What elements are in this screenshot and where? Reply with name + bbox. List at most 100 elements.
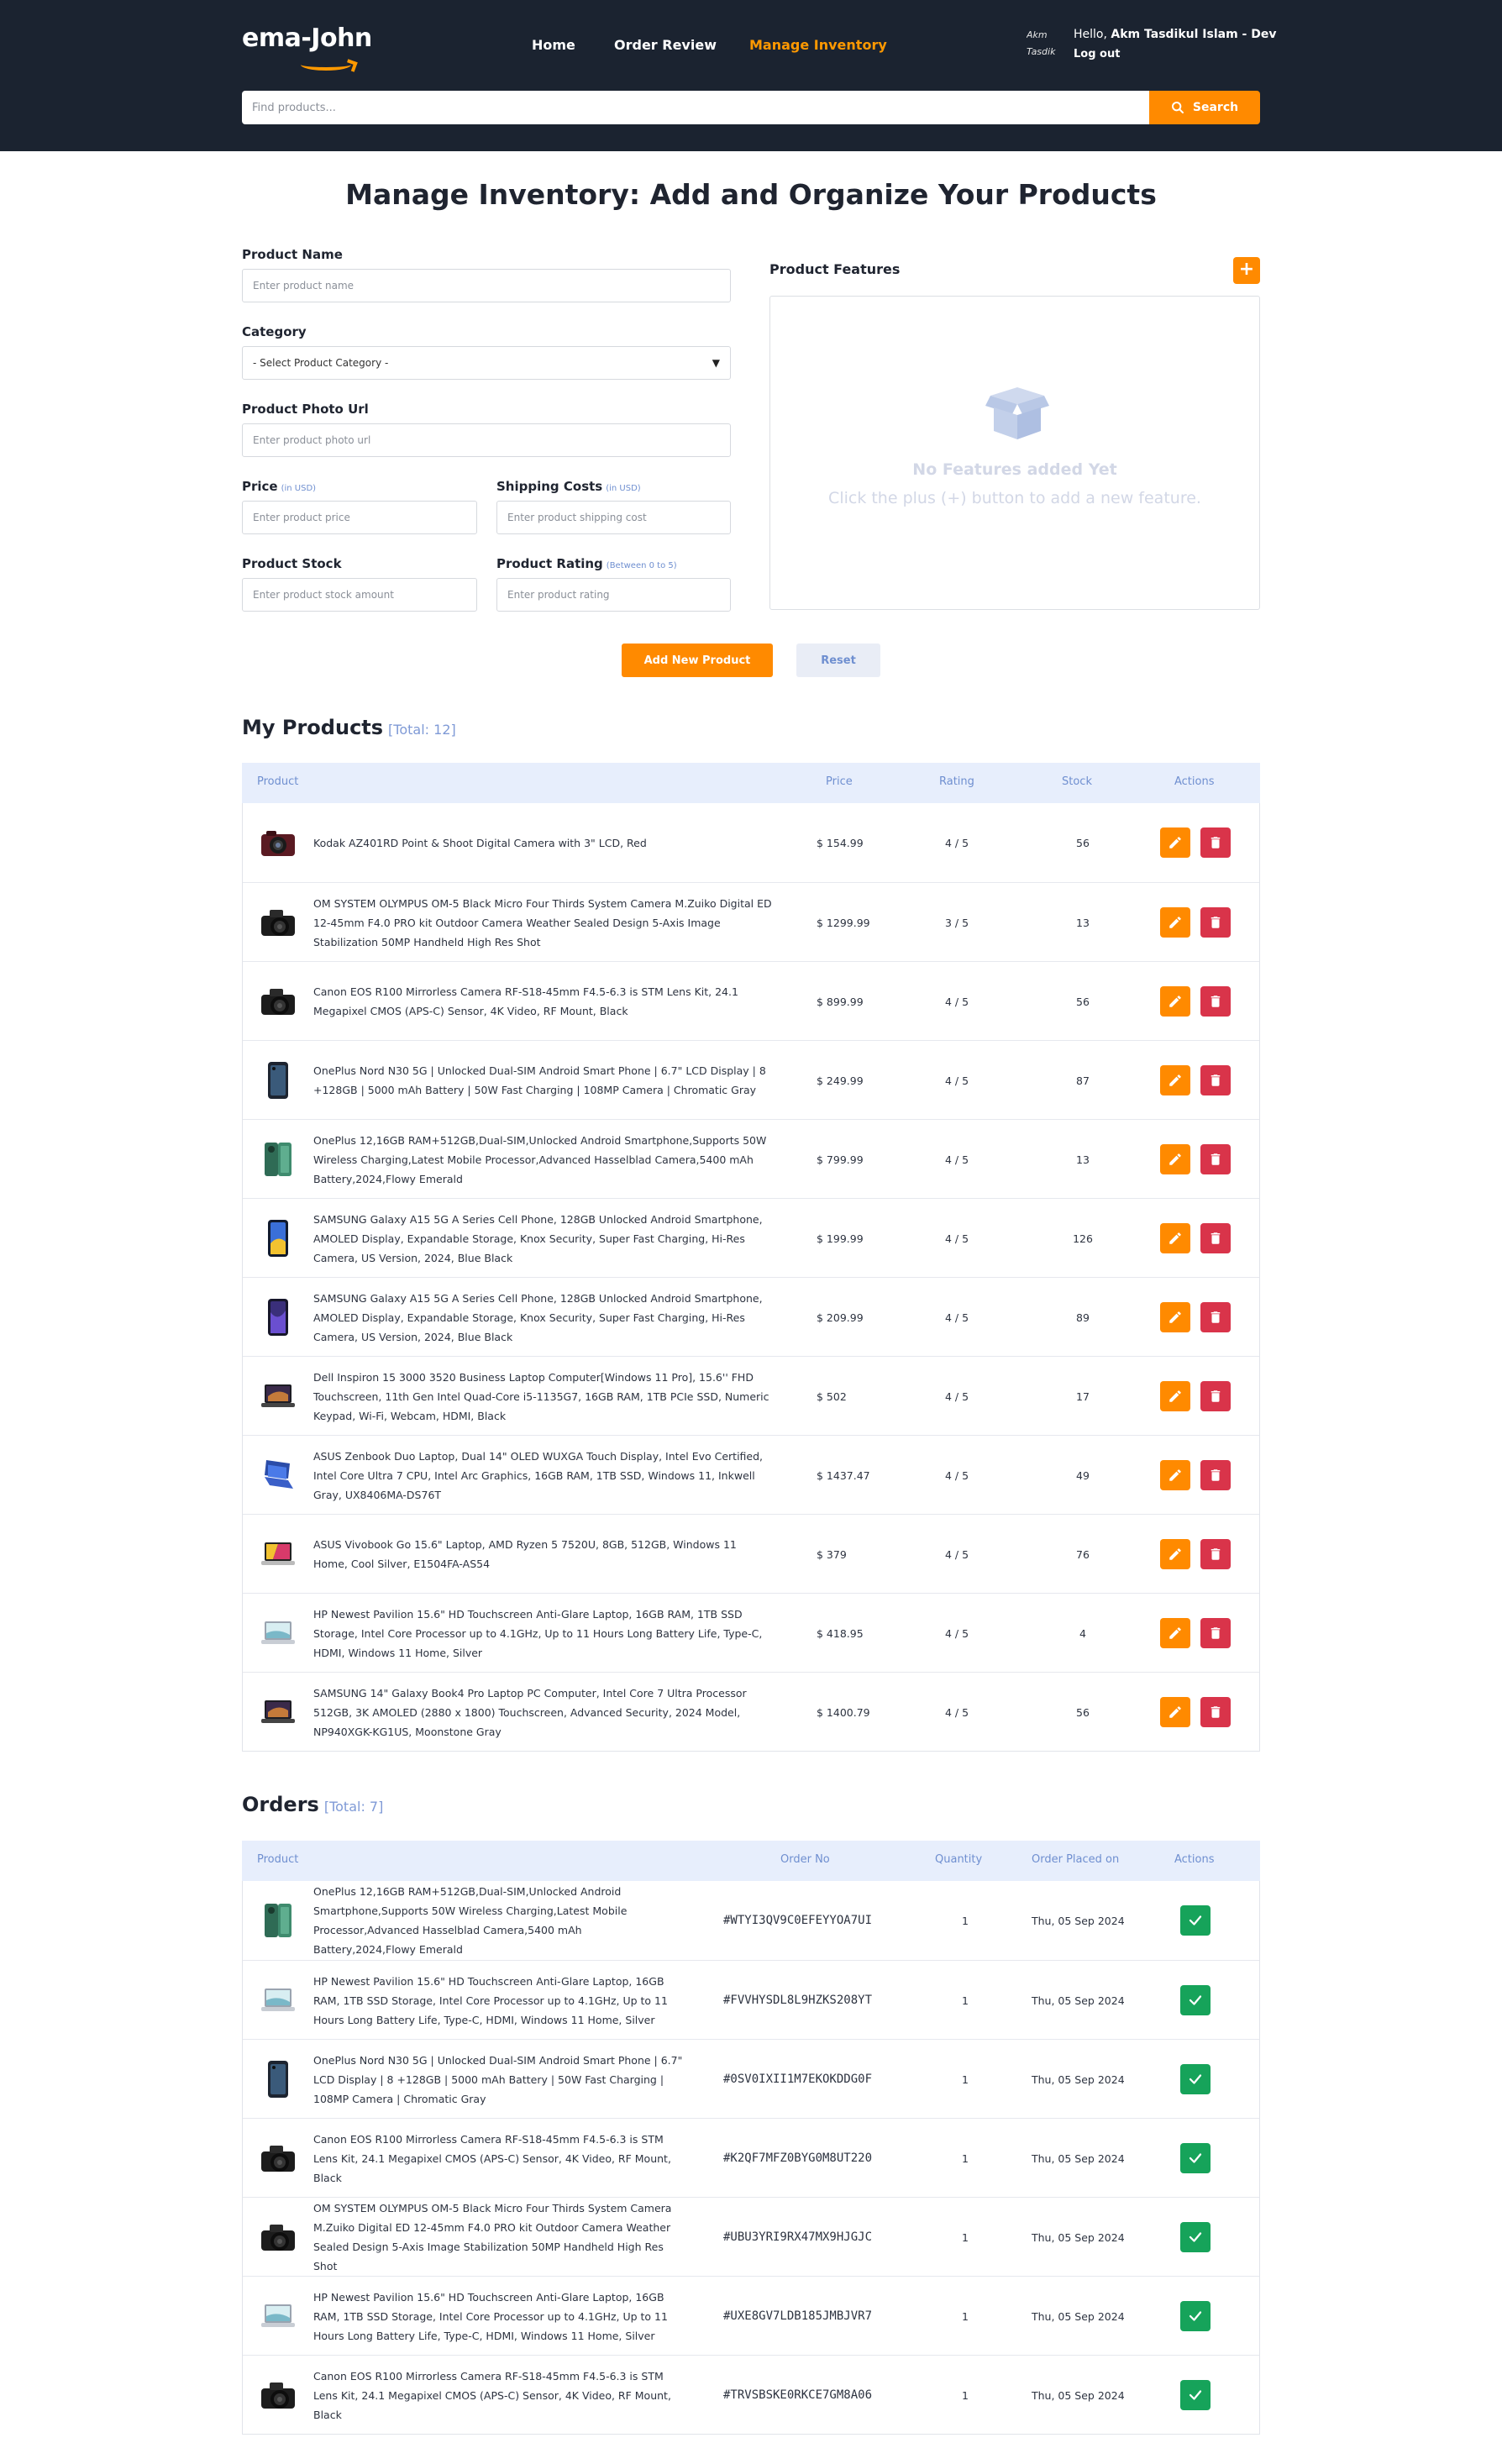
delete-product-button[interactable] — [1200, 1539, 1231, 1569]
product-stock: 76 — [1076, 1547, 1090, 1561]
delete-product-button[interactable] — [1200, 986, 1231, 1017]
product-stock: 56 — [1076, 995, 1090, 1008]
order-product-thumbnail — [258, 1980, 298, 2020]
edit-product-button[interactable] — [1160, 1697, 1190, 1727]
product-name-input[interactable] — [242, 269, 731, 302]
order-date: Thu, 05 Sep 2024 — [1032, 1994, 1125, 2007]
add-new-product-button[interactable]: Add New Product — [622, 644, 773, 677]
table-row: Kodak AZ401RD Point & Shoot Digital Came… — [243, 803, 1259, 882]
order-quantity: 1 — [962, 2388, 969, 2402]
edit-product-button[interactable] — [1160, 1460, 1190, 1490]
edit-product-button[interactable] — [1160, 907, 1190, 938]
avatar-broken-image-alt: Akm Tasdik — [1027, 29, 1056, 57]
trash-icon — [1211, 1548, 1221, 1560]
order-quantity: 1 — [962, 2073, 969, 2086]
table-row: OnePlus 12,16GB RAM+512GB,Dual-SIM,Unloc… — [243, 1881, 1259, 1960]
product-price: $ 799.99 — [817, 1153, 864, 1166]
nav-order-review[interactable]: Order Review — [614, 37, 717, 53]
product-name: ASUS Zenbook Duo Laptop, Dual 14" OLED W… — [313, 1449, 764, 1501]
delete-product-button[interactable] — [1200, 1223, 1231, 1253]
col-order-placed: Order Placed on — [1032, 1853, 1120, 1866]
search-button[interactable]: Search — [1149, 91, 1260, 124]
edit-product-button[interactable] — [1160, 1381, 1190, 1411]
logout-link[interactable]: Log out — [1074, 48, 1120, 60]
photo-url-input[interactable] — [242, 423, 731, 457]
orders-table-body: OnePlus 12,16GB RAM+512GB,Dual-SIM,Unloc… — [242, 1881, 1260, 2435]
complete-order-button[interactable] — [1180, 2301, 1211, 2331]
delete-product-button[interactable] — [1200, 1697, 1231, 1727]
delete-product-button[interactable] — [1200, 907, 1231, 938]
col-quantity: Quantity — [935, 1853, 983, 1866]
order-product-thumbnail — [258, 2138, 298, 2178]
pencil-icon — [1169, 917, 1181, 928]
rating-input[interactable] — [496, 578, 731, 612]
delete-product-button[interactable] — [1200, 1065, 1231, 1095]
brand-logo-text: ema-John — [242, 24, 372, 53]
delete-product-button[interactable] — [1200, 1144, 1231, 1174]
table-row: SAMSUNG Galaxy A15 5G A Series Cell Phon… — [243, 1198, 1259, 1277]
product-stock: 13 — [1076, 1153, 1090, 1166]
product-name: SAMSUNG Galaxy A15 5G A Series Cell Phon… — [313, 1212, 763, 1264]
table-row: OM SYSTEM OLYMPUS OM-5 Black Micro Four … — [243, 882, 1259, 961]
edit-product-button[interactable] — [1160, 827, 1190, 858]
order-number: #K2QF7MFZ0BYG0M8UT220 — [723, 2151, 873, 2165]
col-order-no: Order No — [780, 1853, 830, 1866]
price-input[interactable] — [242, 501, 477, 534]
avatar[interactable]: Akm Tasdik — [1027, 27, 1063, 62]
stock-input[interactable] — [242, 578, 477, 612]
price-label: Price (in USD) — [242, 479, 316, 494]
product-name: OM SYSTEM OLYMPUS OM-5 Black Micro Four … — [313, 896, 772, 948]
product-name: Kodak AZ401RD Point & Shoot Digital Came… — [313, 836, 647, 849]
pencil-icon — [1169, 996, 1181, 1007]
nav-home[interactable]: Home — [532, 37, 575, 53]
product-thumbnail — [258, 1613, 298, 1653]
complete-order-button[interactable] — [1180, 1905, 1211, 1936]
pencil-icon — [1169, 1232, 1181, 1244]
delete-product-button[interactable] — [1200, 1302, 1231, 1332]
brand-logo[interactable]: ema-John — [242, 24, 372, 71]
edit-product-button[interactable] — [1160, 1223, 1190, 1253]
order-product-thumbnail — [258, 2059, 298, 2099]
photo-url-label: Product Photo Url — [242, 402, 369, 417]
shipping-input[interactable] — [496, 501, 731, 534]
complete-order-button[interactable] — [1180, 2380, 1211, 2410]
user-greeting: Hello, Akm Tasdikul Islam - Dev — [1074, 28, 1276, 41]
product-name: Canon EOS R100 Mirrorless Camera RF-S18-… — [313, 985, 738, 1017]
complete-order-button[interactable] — [1180, 2143, 1211, 2173]
reset-button[interactable]: Reset — [796, 644, 880, 677]
trash-icon — [1211, 996, 1221, 1007]
edit-product-button[interactable] — [1160, 1144, 1190, 1174]
search-input[interactable] — [242, 91, 1149, 124]
table-row: OM SYSTEM OLYMPUS OM-5 Black Micro Four … — [243, 2197, 1259, 2276]
delete-product-button[interactable] — [1200, 1618, 1231, 1648]
edit-product-button[interactable] — [1160, 1539, 1190, 1569]
col-order-product: Product — [257, 1853, 299, 1866]
product-stock: 89 — [1076, 1311, 1090, 1324]
edit-product-button[interactable] — [1160, 1618, 1190, 1648]
complete-order-button[interactable] — [1180, 2064, 1211, 2094]
order-date: Thu, 05 Sep 2024 — [1032, 2309, 1125, 2323]
complete-order-button[interactable] — [1180, 1985, 1211, 2015]
order-quantity: 1 — [962, 2151, 969, 2165]
table-row: SAMSUNG 14" Galaxy Book4 Pro Laptop PC C… — [243, 1672, 1259, 1751]
delete-product-button[interactable] — [1200, 1460, 1231, 1490]
order-product-name: OnePlus 12,16GB RAM+512GB,Dual-SIM,Unloc… — [313, 1885, 628, 1956]
order-product-thumbnail — [258, 2375, 298, 2415]
product-name: SAMSUNG 14" Galaxy Book4 Pro Laptop PC C… — [313, 1686, 747, 1738]
table-row: OnePlus Nord N30 5G | Unlocked Dual-SIM … — [243, 1040, 1259, 1119]
category-select-value: - Select Product Category - — [253, 357, 389, 369]
delete-product-button[interactable] — [1200, 1381, 1231, 1411]
nav-manage-inventory[interactable]: Manage Inventory — [749, 37, 887, 53]
shipping-label: Shipping Costs (in USD) — [496, 479, 641, 494]
category-select[interactable]: - Select Product Category - ▼ — [242, 346, 731, 380]
order-number: #TRVSBSKE0RKCE7GM8A06 — [723, 2388, 873, 2402]
edit-product-button[interactable] — [1160, 1065, 1190, 1095]
edit-product-button[interactable] — [1160, 1302, 1190, 1332]
products-table-header: Product Price Rating Stock Actions — [242, 763, 1260, 803]
order-quantity: 1 — [962, 2309, 969, 2323]
edit-product-button[interactable] — [1160, 986, 1190, 1017]
delete-product-button[interactable] — [1200, 827, 1231, 858]
complete-order-button[interactable] — [1180, 2222, 1211, 2252]
table-row: Dell Inspiron 15 3000 3520 Business Lapt… — [243, 1356, 1259, 1435]
add-feature-button[interactable]: + — [1233, 257, 1260, 284]
